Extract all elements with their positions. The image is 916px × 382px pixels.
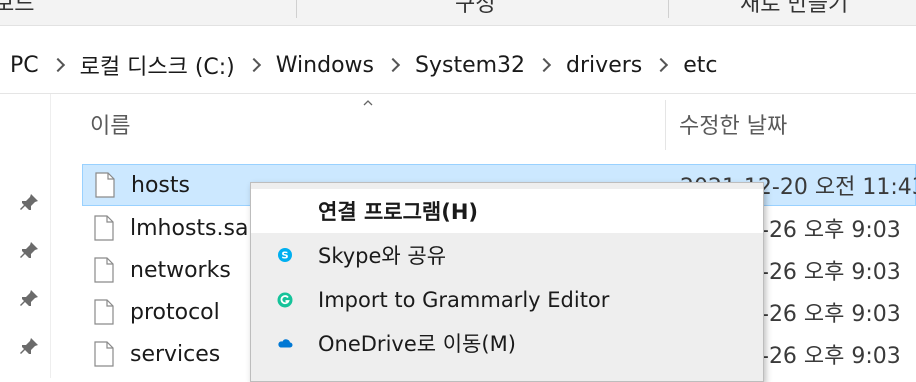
ribbon-group-label[interactable]: 보드 [0,0,34,18]
pin-icon[interactable] [18,336,40,358]
breadcrumb-local-disk[interactable]: 로컬 디스크 (C:) [80,49,235,81]
skype-icon: S [278,248,292,262]
chevron-right-icon[interactable] [654,57,669,73]
file-date: -26 오후 9:03 [761,302,901,327]
ribbon-group-label[interactable]: 구성 [455,0,495,18]
file-icon [94,215,114,241]
ribbon-group-label[interactable]: 새로 만들기 [740,0,848,18]
pin-icon[interactable] [18,240,40,262]
file-name: hosts [131,172,190,198]
onedrive-icon [278,339,293,348]
column-header-name[interactable]: 이름 [90,96,130,152]
file-icon [94,299,114,325]
file-name: services [130,341,221,367]
navigation-pane [0,94,51,378]
address-bar[interactable]: PC 로컬 디스크 (C:) Windows System32 drivers … [0,35,916,94]
chevron-right-icon[interactable] [246,57,261,73]
menu-item-label: Import to Grammarly Editor [318,288,610,312]
chevron-right-icon[interactable] [50,57,65,73]
menu-item-label: 연결 프로그램(H) [318,200,479,224]
ribbon-divider [668,0,669,18]
grammarly-icon [277,292,293,308]
sort-ascending-icon [363,100,373,106]
breadcrumb: PC 로컬 디스크 (C:) Windows System32 drivers … [10,49,718,81]
breadcrumb-windows[interactable]: Windows [276,53,374,78]
svg-text:S: S [281,251,288,262]
ribbon-divider [296,0,297,18]
pin-icon[interactable] [18,192,40,214]
chevron-right-icon[interactable] [385,57,401,73]
pin-icon[interactable] [18,288,40,310]
column-divider[interactable] [665,100,666,150]
file-name: networks [130,257,231,283]
menu-item-move-onedrive[interactable]: OneDrive로 이동(M) [251,321,763,365]
file-name: protocol [130,299,220,325]
file-date: -26 오후 9:03 [761,218,901,243]
file-icon [94,257,114,283]
breadcrumb-pc[interactable]: PC [10,53,39,78]
breadcrumb-system32[interactable]: System32 [415,53,525,78]
file-icon [94,341,114,367]
file-icon [95,172,115,198]
file-date: -26 오후 9:03 [761,260,901,285]
menu-item-label: OneDrive로 이동(M) [318,332,516,356]
menu-item-grammarly[interactable]: Import to Grammarly Editor [251,278,763,322]
file-date: -26 오후 9:03 [761,344,901,369]
column-header-modified[interactable]: 수정한 날짜 [679,96,787,152]
file-name: lmhosts.sam [130,215,270,241]
menu-item-label: Skype와 공유 [318,244,447,268]
breadcrumb-drivers[interactable]: drivers [566,53,642,78]
menu-item-open-with[interactable]: 연결 프로그램(H) [251,189,763,233]
ribbon: 보드 구성 새로 만들기 [0,0,916,26]
chevron-right-icon[interactable] [536,57,552,73]
context-menu: 연결 프로그램(H) S Skype와 공유 Import to Grammar… [250,182,764,382]
menu-item-share-skype[interactable]: S Skype와 공유 [251,233,763,277]
breadcrumb-etc[interactable]: etc [683,53,717,78]
